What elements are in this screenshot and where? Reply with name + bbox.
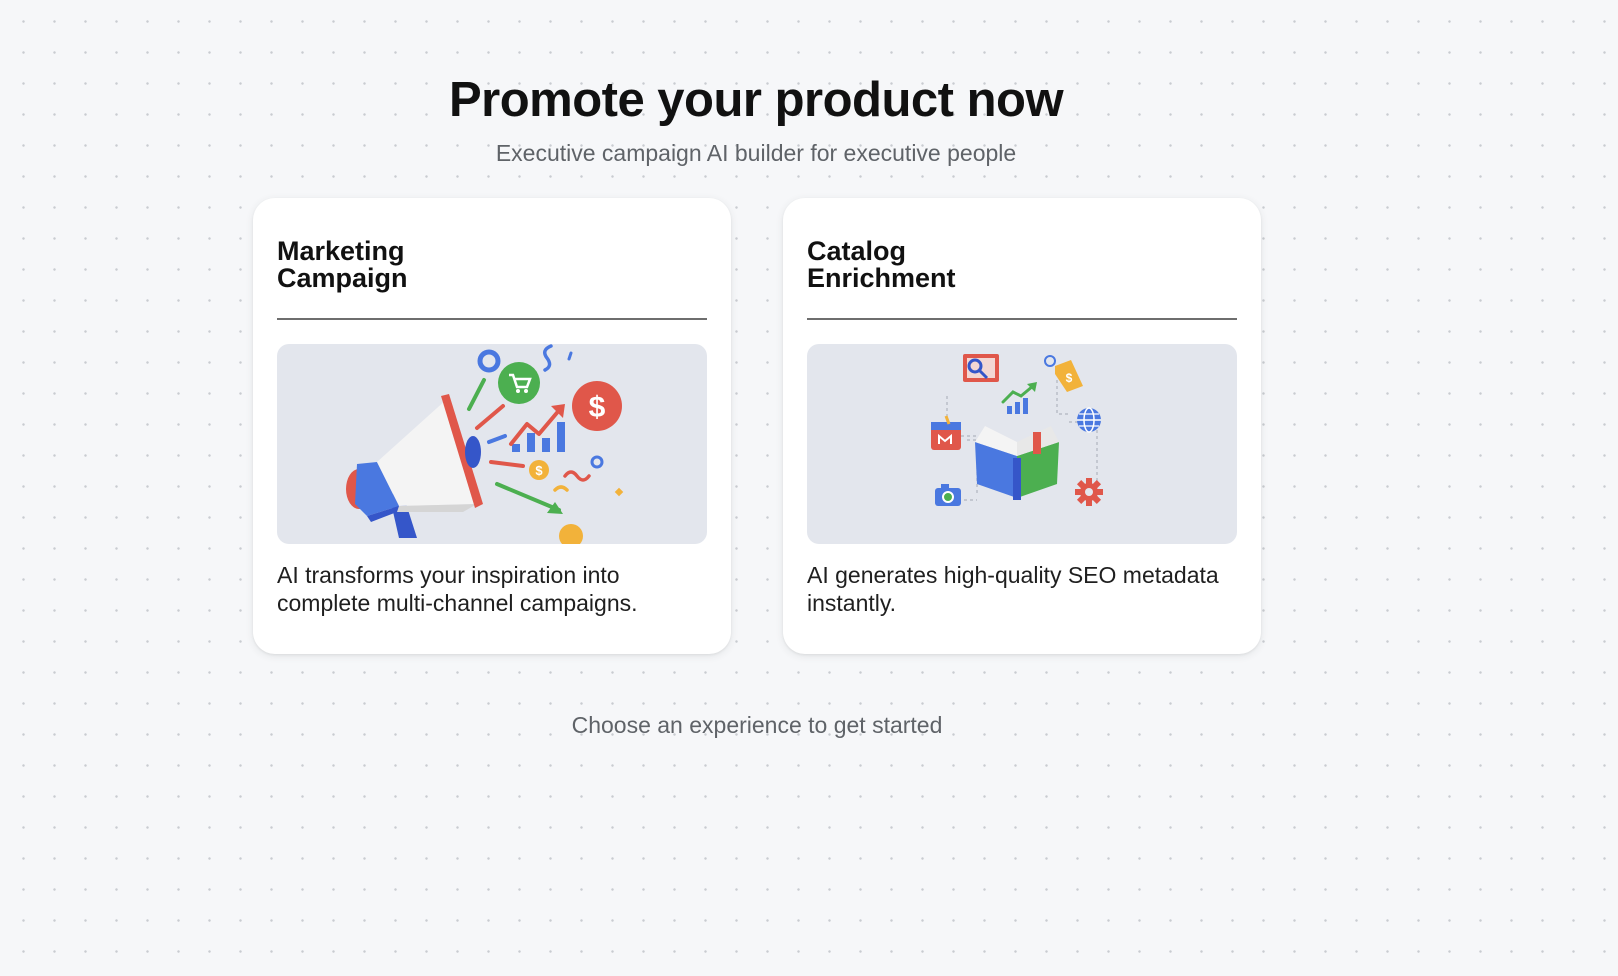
megaphone-illustration: $ $: [277, 344, 707, 544]
marketing-campaign-card[interactable]: Marketing Campaign $ $ AI transforms you…: [253, 198, 731, 654]
card-title-line: Catalog: [807, 236, 907, 266]
page-title: Promote your product now: [448, 73, 1064, 127]
card-description: AI generates high-quality SEO metadata i…: [807, 562, 1219, 616]
get-started-hint: Choose an experience to get started: [571, 712, 943, 738]
card-title-line: Campaign: [277, 263, 408, 293]
svg-text:$: $: [535, 463, 543, 478]
svg-text:$: $: [589, 391, 606, 424]
card-title: Catalog Enrichment: [807, 238, 1237, 292]
svg-text:$: $: [1066, 371, 1073, 385]
gear-icon: [1075, 478, 1103, 506]
card-title-line: Marketing: [277, 236, 405, 266]
cart-icon: [498, 362, 540, 404]
card-title: Marketing Campaign: [277, 238, 707, 292]
page-header: Promote your product now Executive campa…: [0, 70, 1512, 168]
card-description: AI transforms your inspiration into comp…: [277, 562, 638, 616]
catalog-enrichment-card[interactable]: Catalog Enrichment $ AI generates high-q…: [783, 198, 1261, 654]
page-subtitle: Executive campaign AI builder for execut…: [495, 140, 1017, 166]
experience-cards: Marketing Campaign $ $ AI transforms you…: [253, 198, 1261, 654]
card-title-line: Enrichment: [807, 263, 956, 293]
card-divider: [277, 318, 707, 320]
book-illustration: $: [807, 344, 1237, 544]
card-divider: [807, 318, 1237, 320]
